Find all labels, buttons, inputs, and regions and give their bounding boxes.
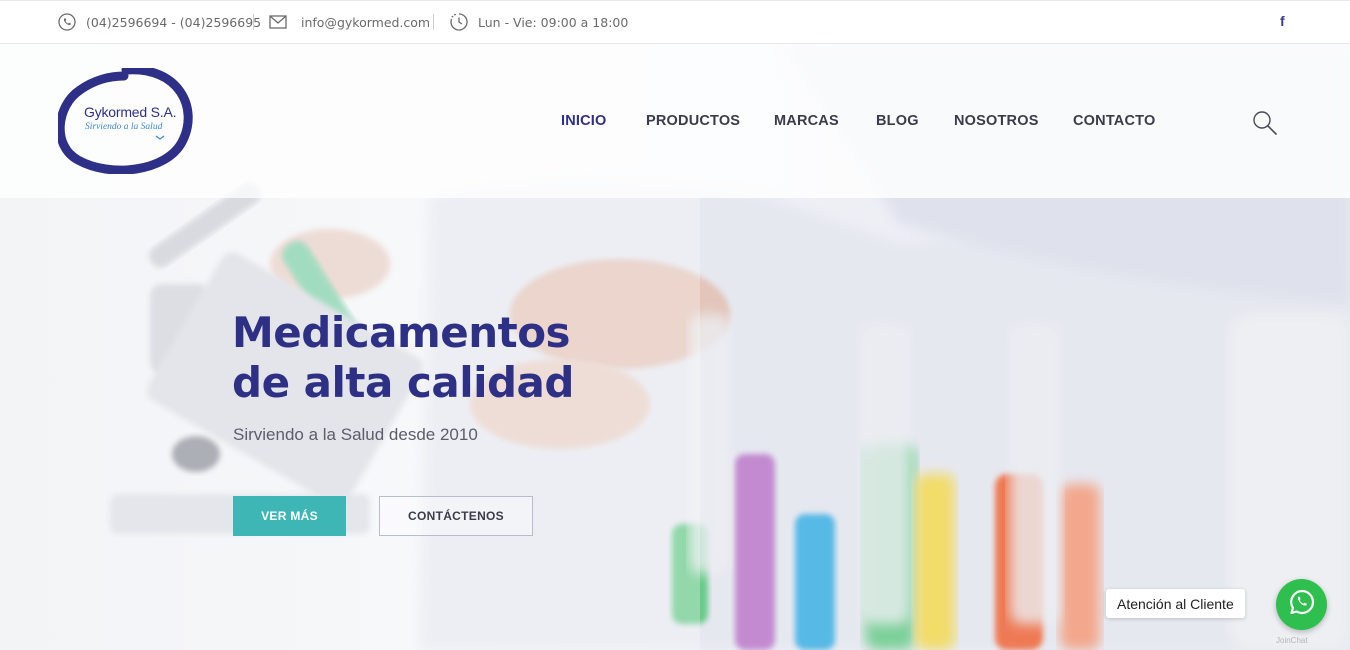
mail-icon — [269, 13, 287, 31]
hero-headline-line1: Medicamentos — [232, 308, 571, 357]
logo[interactable]: Gykormed S.A. Sirviendo a la Salud — [58, 68, 194, 174]
site-header: Gykormed S.A. Sirviendo a la Salud INICI… — [0, 44, 1350, 198]
nav-productos[interactable]: PRODUCTOS — [646, 113, 740, 131]
email-link[interactable]: info@gykormed.com — [301, 15, 430, 30]
contactenos-button[interactable]: CONTÁCTENOS — [379, 496, 533, 536]
nav-nosotros[interactable]: NOSOTROS — [954, 113, 1039, 131]
ver-mas-button[interactable]: VER MÁS — [233, 496, 346, 536]
logo-name: Gykormed S.A. — [84, 104, 177, 120]
email-info: info@gykormed.com — [269, 12, 430, 32]
whatsapp-button[interactable] — [1276, 579, 1327, 630]
hours-text: Lun - Vie: 09:00 a 18:00 — [478, 14, 629, 30]
logo-swoosh — [58, 68, 193, 174]
divider — [433, 14, 434, 30]
divider — [253, 14, 254, 30]
nav-marcas[interactable]: MARCAS — [774, 113, 839, 131]
nav-blog[interactable]: BLOG — [876, 113, 919, 131]
facebook-icon[interactable]: f — [1280, 13, 1285, 29]
whatsapp-footer: JoinChat — [1276, 636, 1308, 645]
logo-tagline: Sirviendo a la Salud — [85, 122, 163, 132]
phone-info: (04)2596694 - (04)2596695 — [58, 12, 261, 32]
phone-text[interactable]: (04)2596694 - (04)2596695 — [86, 15, 261, 30]
nav-inicio[interactable]: INICIO — [561, 113, 607, 131]
hero-headline: Medicamentos de alta calidad — [232, 308, 652, 408]
search-icon[interactable] — [1252, 110, 1278, 136]
hours-info: Lun - Vie: 09:00 a 18:00 — [450, 12, 628, 32]
hero-headline-line2: de alta calidad — [232, 358, 574, 407]
clock-icon — [450, 13, 468, 31]
nav-contacto[interactable]: CONTACTO — [1073, 113, 1155, 131]
whatsapp-icon — [1288, 588, 1316, 621]
phone-icon — [58, 13, 76, 31]
hero-subtitle: Sirviendo a la Salud desde 2010 — [233, 425, 478, 444]
top-info-bar: (04)2596694 - (04)2596695 info@gykormed.… — [0, 0, 1350, 44]
whatsapp-label[interactable]: Atención al Cliente — [1106, 589, 1245, 618]
